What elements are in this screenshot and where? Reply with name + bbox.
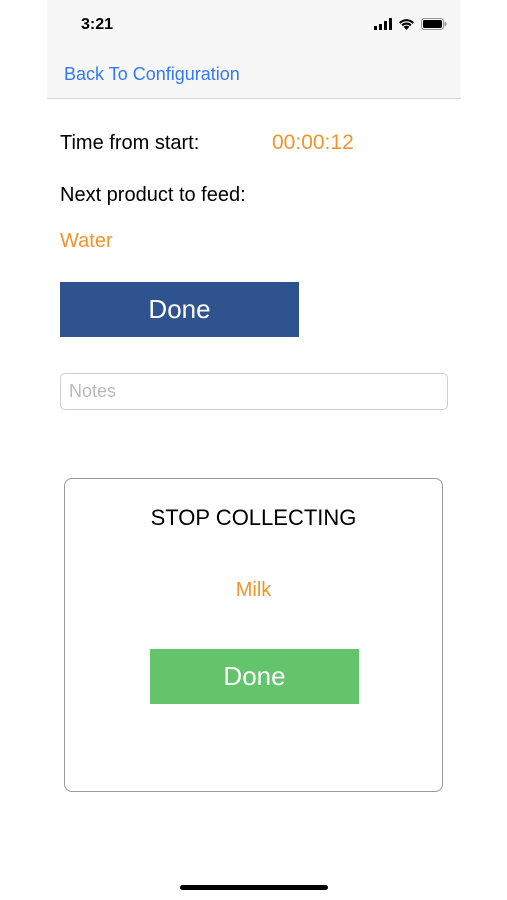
wifi-icon: [398, 17, 415, 35]
status-icons: [374, 17, 447, 35]
time-from-start-label: Time from start:: [60, 132, 200, 154]
next-product-value: Water: [60, 230, 113, 252]
battery-icon: [421, 17, 447, 35]
next-product-label: Next product to feed:: [60, 184, 246, 206]
stop-collecting-title: STOP COLLECTING: [150, 505, 357, 530]
done-feed-button-label: Done: [148, 294, 211, 324]
done-feed-button[interactable]: Done: [60, 282, 299, 337]
stop-collecting-product: Milk: [235, 579, 272, 601]
status-time: 3:21: [81, 16, 114, 33]
home-indicator[interactable]: [180, 885, 328, 890]
elapsed-time-value: 00:00:12: [272, 131, 354, 154]
stop-collecting-card: STOP COLLECTING Milk Done: [64, 478, 443, 792]
app-screen: 3:21 Back To Configuration Time from sta…: [0, 0, 507, 900]
back-to-configuration-link[interactable]: Back To Configuration: [64, 64, 240, 85]
navigation-bar: 3:21 Back To Configuration: [47, 0, 461, 99]
stop-collecting-done-button[interactable]: Done: [150, 649, 359, 704]
stop-collecting-done-label: Done: [223, 661, 286, 691]
notes-input[interactable]: [60, 373, 448, 410]
cellular-signal-icon: [374, 17, 392, 35]
